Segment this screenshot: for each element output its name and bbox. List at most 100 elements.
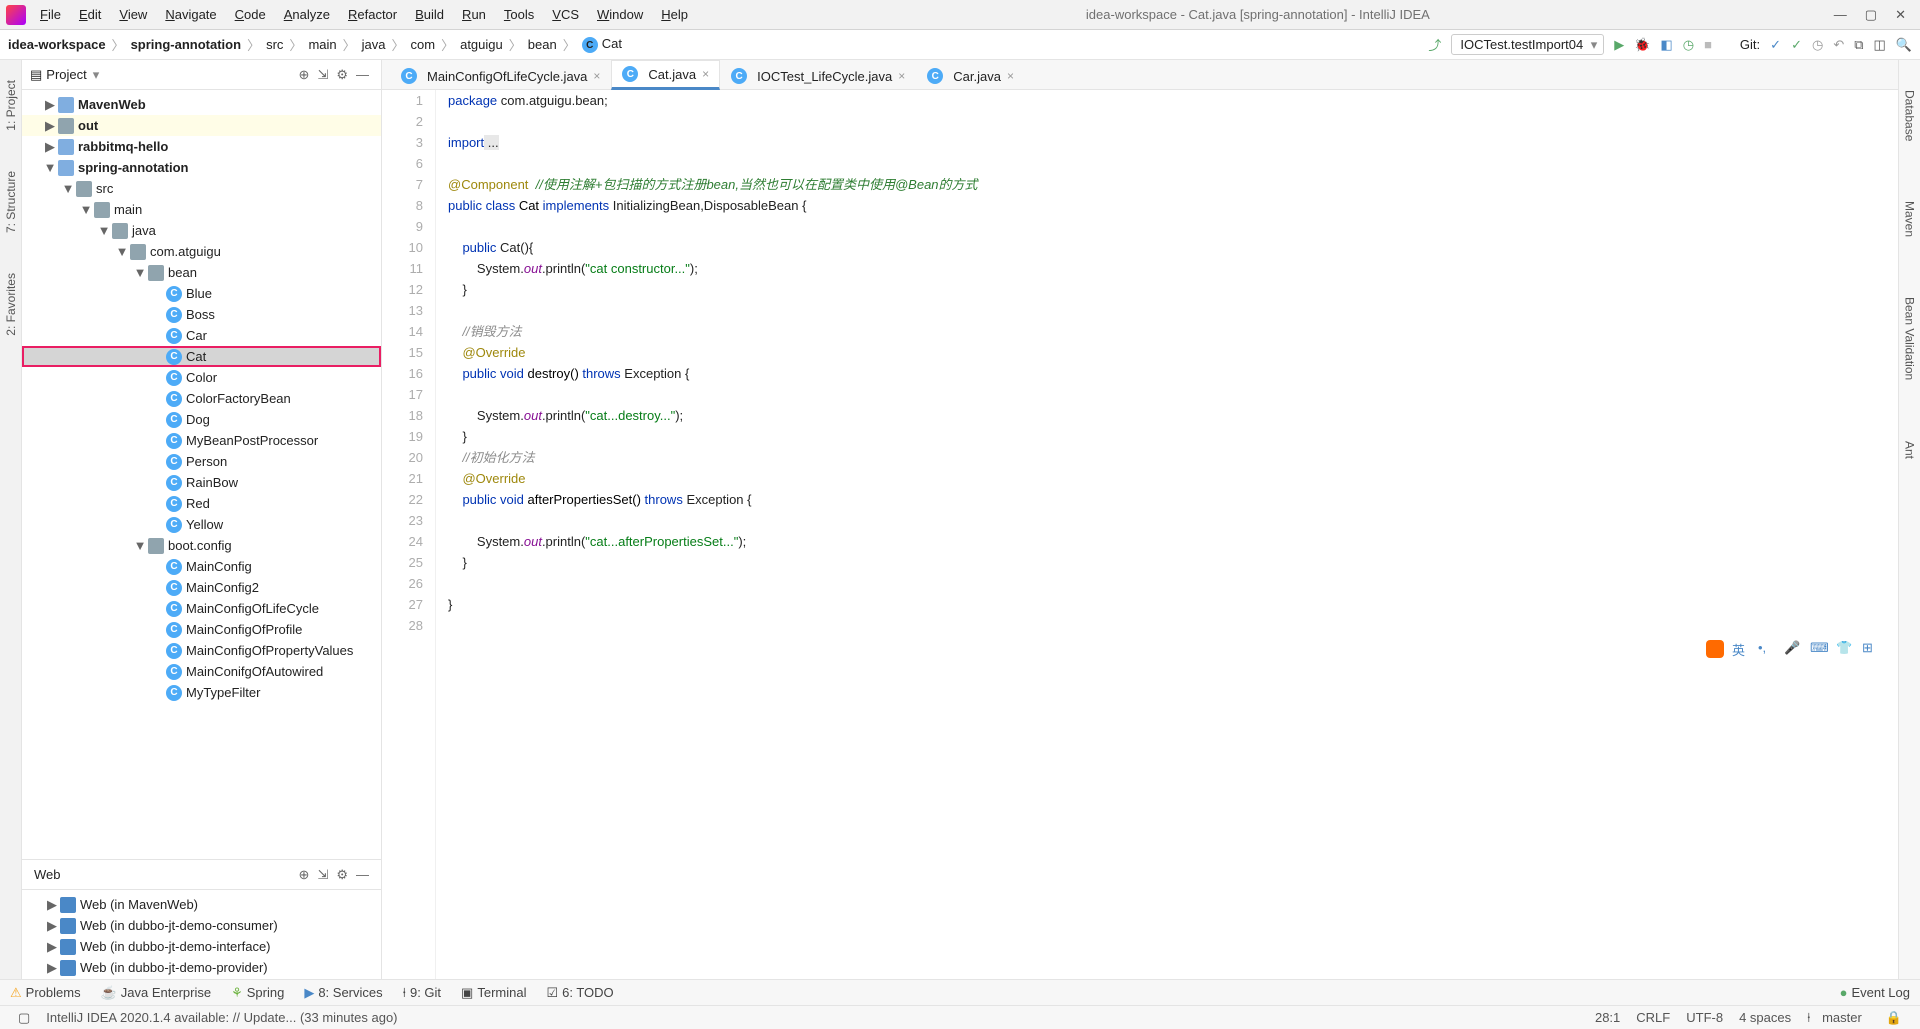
tab-mainconfigoflifecycle-java[interactable]: CMainConfigOfLifeCycle.java×	[390, 62, 611, 89]
ime-keyboard-icon[interactable]: ⌨	[1810, 640, 1828, 658]
close-tab-icon[interactable]: ×	[702, 67, 709, 81]
tool-favorites[interactable]: 2: Favorites	[4, 273, 18, 336]
web-item[interactable]: ▶Web (in dubbo-jt-demo-provider)	[22, 957, 381, 978]
problems-tab[interactable]: ⚠Problems	[10, 985, 81, 1001]
tab-ioctest-lifecycle-java[interactable]: CIOCTest_LifeCycle.java×	[720, 62, 916, 89]
close-tab-icon[interactable]: ×	[898, 69, 905, 83]
menu-analyze[interactable]: Analyze	[276, 3, 338, 26]
collapse-icon[interactable]: ⇲	[317, 67, 328, 83]
project-tree[interactable]: ▶MavenWeb▶out▶rabbitmq-hello▼spring-anno…	[22, 90, 381, 859]
git-rollback-icon[interactable]: ↶	[1833, 37, 1844, 53]
web-settings-icon[interactable]: ⚙	[336, 867, 348, 883]
menu-help[interactable]: Help	[653, 3, 696, 26]
debug-icon[interactable]: 🐞	[1634, 37, 1650, 53]
spring-tab[interactable]: ⚘Spring	[231, 985, 284, 1001]
ime-skin-icon[interactable]: 👕	[1836, 640, 1854, 658]
tree-item-java[interactable]: ▼java	[22, 220, 381, 241]
tree-item-yellow[interactable]: CYellow	[22, 514, 381, 535]
web-hide-icon[interactable]: ―	[356, 867, 369, 882]
web-collapse-icon[interactable]: ⇲	[317, 867, 328, 883]
tree-item-bean[interactable]: ▼bean	[22, 262, 381, 283]
tree-item-mytypefilter[interactable]: CMyTypeFilter	[22, 682, 381, 703]
tree-item-rabbitmq-hello[interactable]: ▶rabbitmq-hello	[22, 136, 381, 157]
lock-icon[interactable]: 🔒	[1886, 1010, 1902, 1026]
tree-item-blue[interactable]: CBlue	[22, 283, 381, 304]
tree-item-mainconfigofpropertyvalues[interactable]: CMainConfigOfPropertyValues	[22, 640, 381, 661]
stop-icon[interactable]: ■	[1704, 37, 1712, 52]
breadcrumb-item[interactable]: java	[362, 37, 386, 52]
menu-tools[interactable]: Tools	[496, 3, 542, 26]
tree-item-person[interactable]: CPerson	[22, 451, 381, 472]
tree-item-mainconfigoflifecycle[interactable]: CMainConfigOfLifeCycle	[22, 598, 381, 619]
tree-item-cat[interactable]: CCat	[22, 346, 381, 367]
menu-refactor[interactable]: Refactor	[340, 3, 405, 26]
settings-icon[interactable]: ⚙	[336, 67, 348, 83]
tree-item-main[interactable]: ▼main	[22, 199, 381, 220]
minimize-icon[interactable]: ―	[1834, 7, 1847, 23]
java-enterprise-tab[interactable]: ☕Java Enterprise	[101, 985, 212, 1001]
indent-setting[interactable]: 4 spaces	[1739, 1010, 1791, 1025]
git-tab[interactable]: ⍿9: Git	[403, 985, 441, 1001]
close-icon[interactable]: ✕	[1895, 7, 1906, 23]
tool-maven[interactable]: Maven	[1903, 201, 1917, 237]
git-update-icon[interactable]: ✓	[1770, 37, 1781, 53]
tree-item-car[interactable]: CCar	[22, 325, 381, 346]
menu-build[interactable]: Build	[407, 3, 452, 26]
web-item[interactable]: ▶Web (in MavenWeb)	[22, 894, 381, 915]
caret-position[interactable]: 28:1	[1595, 1010, 1620, 1025]
tree-item-out[interactable]: ▶out	[22, 115, 381, 136]
menu-file[interactable]: File	[32, 3, 69, 26]
tree-item-boss[interactable]: CBoss	[22, 304, 381, 325]
web-item[interactable]: ▶Web (in dubbo-jt-demo-consumer)	[22, 915, 381, 936]
build-icon[interactable]: ⤴	[1428, 35, 1441, 54]
tree-item-com-atguigu[interactable]: ▼com.atguigu	[22, 241, 381, 262]
tree-item-boot-config[interactable]: ▼boot.config	[22, 535, 381, 556]
tool-project[interactable]: 1: Project	[4, 80, 18, 131]
menu-run[interactable]: Run	[454, 3, 494, 26]
tree-item-src[interactable]: ▼src	[22, 178, 381, 199]
close-tab-icon[interactable]: ×	[1007, 69, 1014, 83]
profile-icon[interactable]: ◷	[1683, 37, 1694, 53]
code-area[interactable]: 1236789101112131415161718192021222324252…	[382, 90, 1898, 979]
breadcrumb-item[interactable]: src	[266, 37, 283, 52]
tree-item-mainconfig2[interactable]: CMainConfig2	[22, 577, 381, 598]
run-config-combo[interactable]: IOCTest.testImport04	[1451, 34, 1604, 55]
web-list[interactable]: ▶Web (in MavenWeb)▶Web (in dubbo-jt-demo…	[22, 890, 381, 982]
ide-search-icon[interactable]: ⧉	[1854, 37, 1863, 53]
code-content[interactable]: package com.atguigu.bean; import ... @Co…	[436, 90, 1898, 979]
menu-view[interactable]: View	[111, 3, 155, 26]
search-everywhere-icon[interactable]: 🔍	[1896, 37, 1912, 53]
tab-car-java[interactable]: CCar.java×	[916, 62, 1025, 89]
breadcrumb-class[interactable]: CCat	[582, 36, 622, 54]
ime-voice-icon[interactable]: 🎤	[1784, 640, 1802, 658]
tree-item-dog[interactable]: CDog	[22, 409, 381, 430]
breadcrumb-item[interactable]: bean	[528, 37, 557, 52]
menu-code[interactable]: Code	[227, 3, 274, 26]
menu-navigate[interactable]: Navigate	[157, 3, 224, 26]
web-locate-icon[interactable]: ⊕	[299, 867, 310, 883]
tab-cat-java[interactable]: CCat.java×	[611, 60, 720, 90]
event-log-tab[interactable]: ●Event Log	[1840, 985, 1910, 1000]
project-view-chevron-icon[interactable]: ▾	[93, 67, 100, 83]
tree-item-color[interactable]: CColor	[22, 367, 381, 388]
file-encoding[interactable]: UTF-8	[1686, 1010, 1723, 1025]
ime-punct-icon[interactable]: •,	[1758, 640, 1776, 658]
coverage-icon[interactable]: ◧	[1660, 37, 1672, 53]
breadcrumb-item[interactable]: com	[411, 37, 436, 52]
maximize-icon[interactable]: ▢	[1865, 7, 1877, 23]
tree-item-mainconfig[interactable]: CMainConfig	[22, 556, 381, 577]
menu-window[interactable]: Window	[589, 3, 651, 26]
tree-item-mainconifgofautowired[interactable]: CMainConifgOfAutowired	[22, 661, 381, 682]
ide-settings-icon2[interactable]: ◫	[1874, 37, 1886, 53]
ime-lang-icon[interactable]: 英	[1732, 640, 1750, 658]
web-item[interactable]: ▶Web (in dubbo-jt-demo-interface)	[22, 936, 381, 957]
terminal-tab[interactable]: ▣Terminal	[461, 985, 526, 1001]
breadcrumb-item[interactable]: spring-annotation	[131, 37, 242, 52]
breadcrumb-item[interactable]: main	[308, 37, 336, 52]
menu-edit[interactable]: Edit	[71, 3, 109, 26]
tool-ant[interactable]: Ant	[1903, 441, 1917, 459]
run-icon[interactable]: ▶	[1614, 37, 1624, 53]
tree-item-mainconfigofprofile[interactable]: CMainConfigOfProfile	[22, 619, 381, 640]
line-separator[interactable]: CRLF	[1636, 1010, 1670, 1025]
services-tab[interactable]: ▶8: Services	[304, 985, 382, 1001]
